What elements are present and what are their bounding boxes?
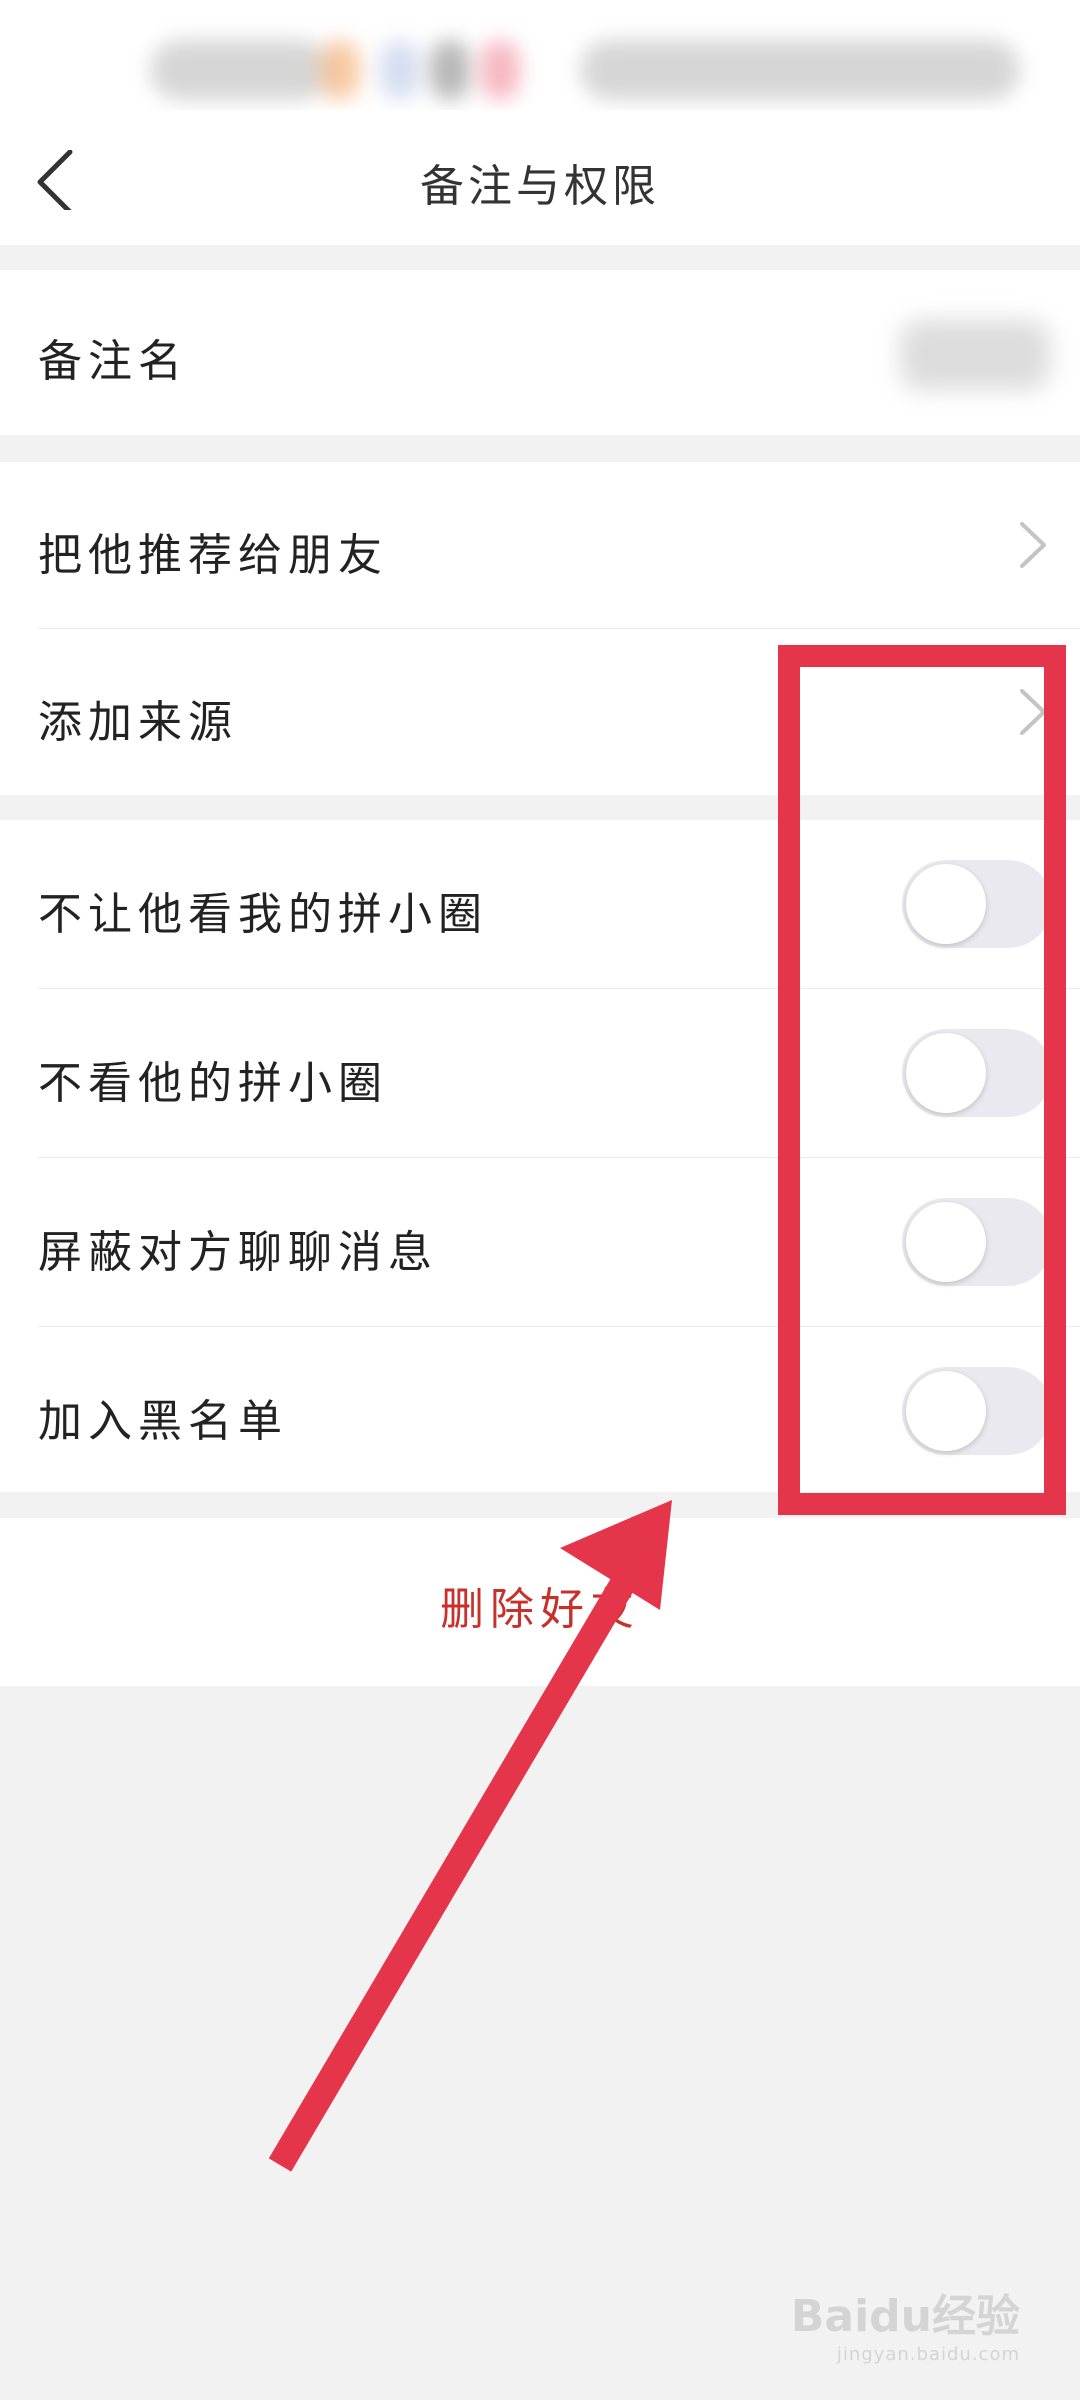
block-messages-label: 屏蔽对方聊聊消息	[38, 1227, 438, 1278]
status-blur-right	[580, 40, 1020, 100]
remark-row[interactable]: 备注名	[0, 270, 1080, 435]
status-blur-gray	[430, 40, 470, 100]
status-blur-left	[150, 40, 330, 100]
nav-bar: 备注与权限	[0, 110, 1080, 245]
page-title: 备注与权限	[420, 161, 660, 212]
remark-value-blurred	[900, 320, 1050, 390]
add-source-label: 添加来源	[38, 697, 238, 748]
watermark-logo: Baidu经验	[790, 2291, 1020, 2342]
chevron-right-icon	[1020, 522, 1046, 568]
recommend-to-friend-row[interactable]: 把他推荐给朋友	[0, 462, 1080, 628]
remark-label: 备注名	[38, 336, 188, 387]
recommend-to-friend-label: 把他推荐给朋友	[38, 530, 388, 581]
watermark-url: jingyan.baidu.com	[836, 2344, 1020, 2365]
blacklist-label: 加入黑名单	[38, 1396, 288, 1447]
remark-section: 备注名	[0, 270, 1080, 435]
status-blur-blue	[380, 40, 420, 100]
dont-see-circle-label: 不看他的拼小圈	[38, 1058, 388, 1109]
annotation-highlight-box	[778, 645, 1066, 1515]
status-blur-orange	[320, 40, 360, 100]
screen: 备注与权限 备注名 把他推荐给朋友 添加来源 不让他看我的拼小圈 不看他的拼小圈…	[0, 0, 1080, 2400]
status-blur-pink	[480, 40, 520, 100]
hide-my-circle-label: 不让他看我的拼小圈	[38, 889, 488, 940]
delete-section: 删除好友	[0, 1518, 1080, 1686]
delete-friend-button[interactable]: 删除好友	[0, 1573, 1080, 1637]
watermark: Baidu经验 jingyan.baidu.com	[791, 2280, 1020, 2365]
